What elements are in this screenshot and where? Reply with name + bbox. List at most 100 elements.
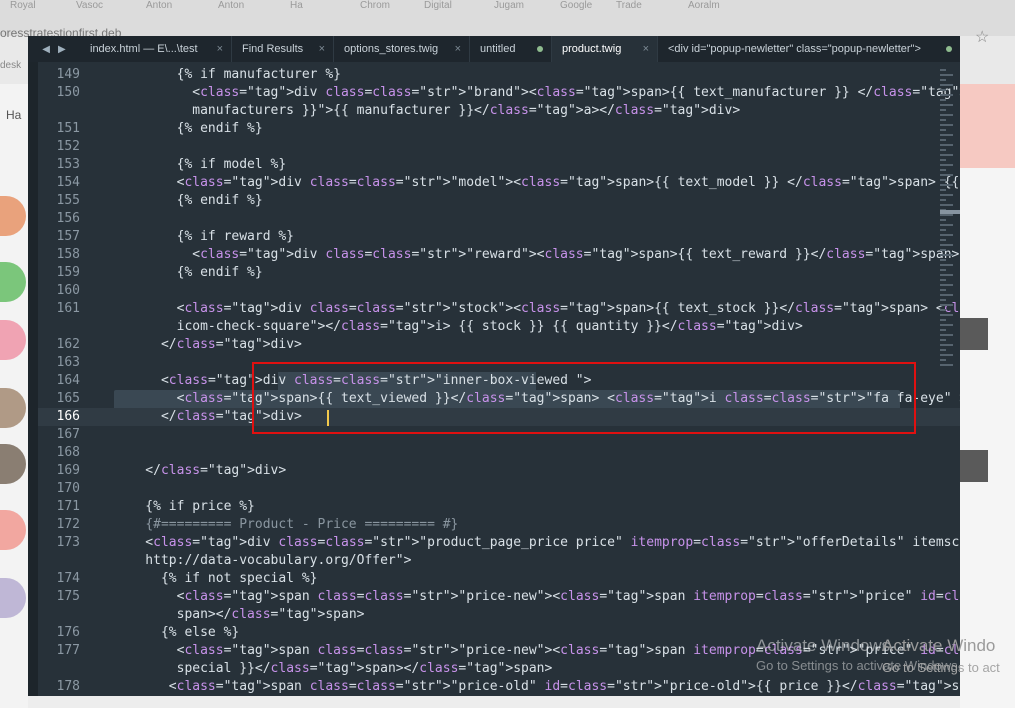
- code-line[interactable]: span></class="tag">span>: [38, 606, 960, 624]
- bookmark-item[interactable]: Chrom: [360, 0, 390, 12]
- code-text: {% endif %}: [114, 193, 263, 208]
- minimap-line: [940, 274, 953, 276]
- unsaved-dot-icon[interactable]: [537, 46, 543, 52]
- close-icon[interactable]: ×: [643, 43, 649, 55]
- code-line[interactable]: 161 <class="tag">div class=class="str">"…: [38, 300, 960, 318]
- code-line[interactable]: 173 <class="tag">div class=class="str">"…: [38, 534, 960, 552]
- code-text: <class="tag">div class=class="str">"stoc…: [114, 301, 960, 316]
- avatar[interactable]: [0, 262, 26, 302]
- code-line[interactable]: 149 {% if manufacturer %}: [38, 66, 960, 84]
- tab-find-results[interactable]: Find Results ×: [232, 36, 334, 62]
- code-line[interactable]: 160: [38, 282, 960, 300]
- bookmark-item[interactable]: Aoralm: [688, 0, 720, 12]
- avatar[interactable]: [0, 510, 26, 550]
- code-line[interactable]: 159 {% endif %}: [38, 264, 960, 282]
- bookmark-star-icon[interactable]: ☆: [975, 27, 989, 47]
- code-line[interactable]: manufacturers }}">{{ manufacturer }}</cl…: [38, 102, 960, 120]
- code-line[interactable]: 174 {% if not special %}: [38, 570, 960, 588]
- code-line[interactable]: 172 {#========= Product - Price ========…: [38, 516, 960, 534]
- minimap-line: [940, 239, 946, 241]
- code-line[interactable]: 155 {% endif %}: [38, 192, 960, 210]
- code-line[interactable]: http://data-vocabulary.org/Offer">: [38, 552, 960, 570]
- line-number: 168: [56, 445, 80, 460]
- code-line[interactable]: 150 <class="tag">div class=class="str">"…: [38, 84, 960, 102]
- code-line[interactable]: 153 {% if model %}: [38, 156, 960, 174]
- code-line[interactable]: 169 </class="tag">div>: [38, 462, 960, 480]
- code-line[interactable]: 154 <class="tag">div class=class="str">"…: [38, 174, 960, 192]
- bookmark-item[interactable]: Royal: [10, 0, 36, 12]
- tab-bar: ◀ ▶ index.html — E\...\test × Find Resul…: [28, 36, 960, 62]
- minimap-scroll-thumb[interactable]: [940, 210, 960, 214]
- code-text: http://data-vocabulary.org/Offer">: [114, 553, 412, 568]
- line-number: 152: [56, 139, 80, 154]
- code-line[interactable]: icom-check-square"></class="tag">i> {{ s…: [38, 318, 960, 336]
- tab-label: index.html — E\...\test: [90, 43, 198, 55]
- close-icon[interactable]: ×: [319, 43, 325, 55]
- code-text: manufacturers }}">{{ manufacturer }}</cl…: [114, 103, 741, 118]
- bookmark-item[interactable]: Google: [560, 0, 592, 12]
- bookmark-item[interactable]: Digital: [424, 0, 452, 12]
- avatar[interactable]: [0, 388, 26, 428]
- code-line[interactable]: 156: [38, 210, 960, 228]
- minimap-line: [940, 179, 946, 181]
- bookmark-item[interactable]: Trade: [616, 0, 642, 12]
- minimap-line: [940, 79, 946, 81]
- code-text: <class="tag">div class=class="str">"prod…: [114, 535, 960, 550]
- close-icon[interactable]: ×: [455, 43, 461, 55]
- code-line[interactable]: 170: [38, 480, 960, 498]
- line-number: 149: [56, 67, 80, 82]
- minimap-line: [940, 219, 946, 221]
- code-line[interactable]: 151 {% endif %}: [38, 120, 960, 138]
- code-line[interactable]: 162 </class="tag">div>: [38, 336, 960, 354]
- bookmark-item[interactable]: Anton: [146, 0, 172, 12]
- bookmark-item[interactable]: Jugam: [494, 0, 524, 12]
- code-line[interactable]: 171 {% if price %}: [38, 498, 960, 516]
- background-bottom-strip: [28, 696, 960, 708]
- line-number: 153: [56, 157, 80, 172]
- minimap-line: [940, 334, 953, 336]
- tab-navigation[interactable]: ◀ ▶: [28, 36, 80, 62]
- avatar[interactable]: [0, 444, 26, 484]
- code-line[interactable]: 168: [38, 444, 960, 462]
- avatar[interactable]: [0, 196, 26, 236]
- watermark-title-outside: Activate Windo: [882, 636, 996, 655]
- line-number: 157: [56, 229, 80, 244]
- code-text: <class="tag">div class=class="str">"bran…: [114, 85, 960, 100]
- line-number: 172: [56, 517, 80, 532]
- code-text: span></class="tag">span>: [114, 607, 365, 622]
- minimap-line: [940, 354, 953, 356]
- tab-product-twig[interactable]: product.twig ×: [552, 36, 658, 62]
- code-text: icom-check-square"></class="tag">i> {{ s…: [114, 319, 803, 334]
- minimap-line: [940, 339, 946, 341]
- background-banner: [960, 84, 1015, 168]
- minimap-line: [940, 254, 953, 256]
- code-line[interactable]: 158 <class="tag">div class=class="str">"…: [38, 246, 960, 264]
- avatar[interactable]: [0, 578, 26, 618]
- minimap-line: [940, 84, 953, 86]
- code-line[interactable]: 178 <class="tag">span class=class="str">…: [38, 678, 960, 696]
- bookmark-item[interactable]: Vasoc: [76, 0, 103, 12]
- close-icon[interactable]: ×: [217, 43, 223, 55]
- bookmark-item[interactable]: Ha: [290, 0, 303, 12]
- background-left-panel: Ha: [0, 84, 28, 708]
- unsaved-dot-icon[interactable]: [946, 46, 952, 52]
- minimap[interactable]: [940, 66, 960, 696]
- minimap-line: [940, 349, 946, 351]
- line-number: 178: [56, 679, 80, 694]
- tab-untitled[interactable]: untitled: [470, 36, 552, 62]
- code-text: {% if price %}: [114, 499, 255, 514]
- line-number: 160: [56, 283, 80, 298]
- tab-index-html[interactable]: index.html — E\...\test ×: [80, 36, 232, 62]
- tab-prev-icon[interactable]: ◀: [42, 44, 50, 55]
- tab-popup-newletter[interactable]: <div id="popup-newletter" class="popup-n…: [658, 36, 960, 62]
- code-line[interactable]: 152: [38, 138, 960, 156]
- line-number: 154: [56, 175, 80, 190]
- code-line[interactable]: 175 <class="tag">span class=class="str">…: [38, 588, 960, 606]
- minimap-line: [940, 319, 946, 321]
- code-editor-window[interactable]: ◀ ▶ index.html — E\...\test × Find Resul…: [28, 36, 960, 696]
- tab-options-stores[interactable]: options_stores.twig ×: [334, 36, 470, 62]
- tab-next-icon[interactable]: ▶: [58, 44, 66, 55]
- bookmark-item[interactable]: Anton: [218, 0, 244, 12]
- avatar[interactable]: [0, 320, 26, 360]
- code-line[interactable]: 157 {% if reward %}: [38, 228, 960, 246]
